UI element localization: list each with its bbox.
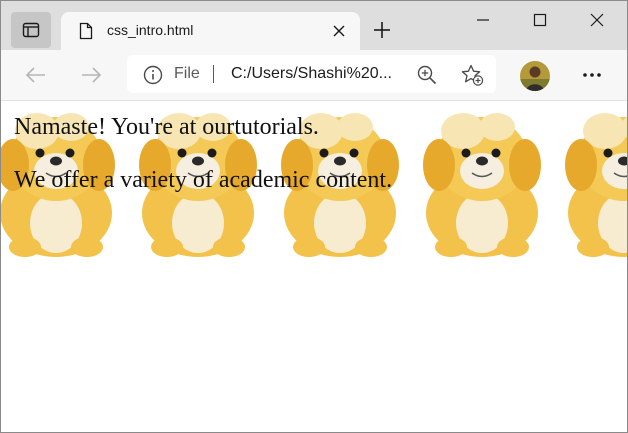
- close-icon: [333, 25, 345, 37]
- browser-window: css_intro.html File C:/Users/Shashi%20..…: [0, 0, 628, 433]
- plus-icon: [374, 22, 390, 38]
- page-paragraph: Namaste! You're at ourtutorials.: [14, 114, 319, 140]
- tab-strip: css_intro.html: [1, 1, 627, 50]
- more-button[interactable]: [579, 62, 605, 88]
- address-separator: [213, 65, 214, 83]
- scheme-label: File: [174, 65, 200, 82]
- address-bar[interactable]: File C:/Users/Shashi%20...: [127, 55, 496, 93]
- tab-css-intro[interactable]: css_intro.html: [61, 12, 360, 50]
- maximize-icon: [533, 13, 547, 27]
- arrow-left-icon: [25, 67, 45, 83]
- new-tab-button[interactable]: [369, 17, 395, 43]
- back-button[interactable]: [23, 62, 49, 88]
- maximize-button[interactable]: [517, 5, 563, 35]
- close-window-button[interactable]: [574, 5, 620, 35]
- page-content: Namaste! You're at ourtutorials. We offe…: [1, 101, 627, 432]
- url-text[interactable]: C:/Users/Shashi%20...: [231, 65, 399, 83]
- avatar[interactable]: [520, 61, 550, 91]
- more-icon: [583, 73, 601, 77]
- background-puppy-image: [564, 112, 627, 258]
- zoom-in-icon[interactable]: [416, 64, 438, 86]
- close-icon: [590, 13, 604, 27]
- add-favorite-icon[interactable]: [460, 63, 484, 87]
- background-puppy-image: [422, 112, 542, 258]
- minimize-icon: [477, 19, 489, 21]
- toolbar: File C:/Users/Shashi%20...: [1, 50, 627, 101]
- page-icon: [79, 22, 93, 40]
- minimize-button[interactable]: [460, 5, 506, 35]
- arrow-right-icon: [82, 67, 102, 83]
- tab-actions-icon: [22, 22, 40, 38]
- page-paragraph: We offer a variety of academic content.: [14, 167, 393, 193]
- close-tab-button[interactable]: [329, 21, 349, 41]
- info-icon[interactable]: [143, 65, 163, 85]
- forward-button[interactable]: [78, 62, 104, 88]
- profile-photo: [520, 61, 550, 91]
- tab-title: css_intro.html: [107, 22, 194, 38]
- tab-actions-button[interactable]: [11, 12, 51, 48]
